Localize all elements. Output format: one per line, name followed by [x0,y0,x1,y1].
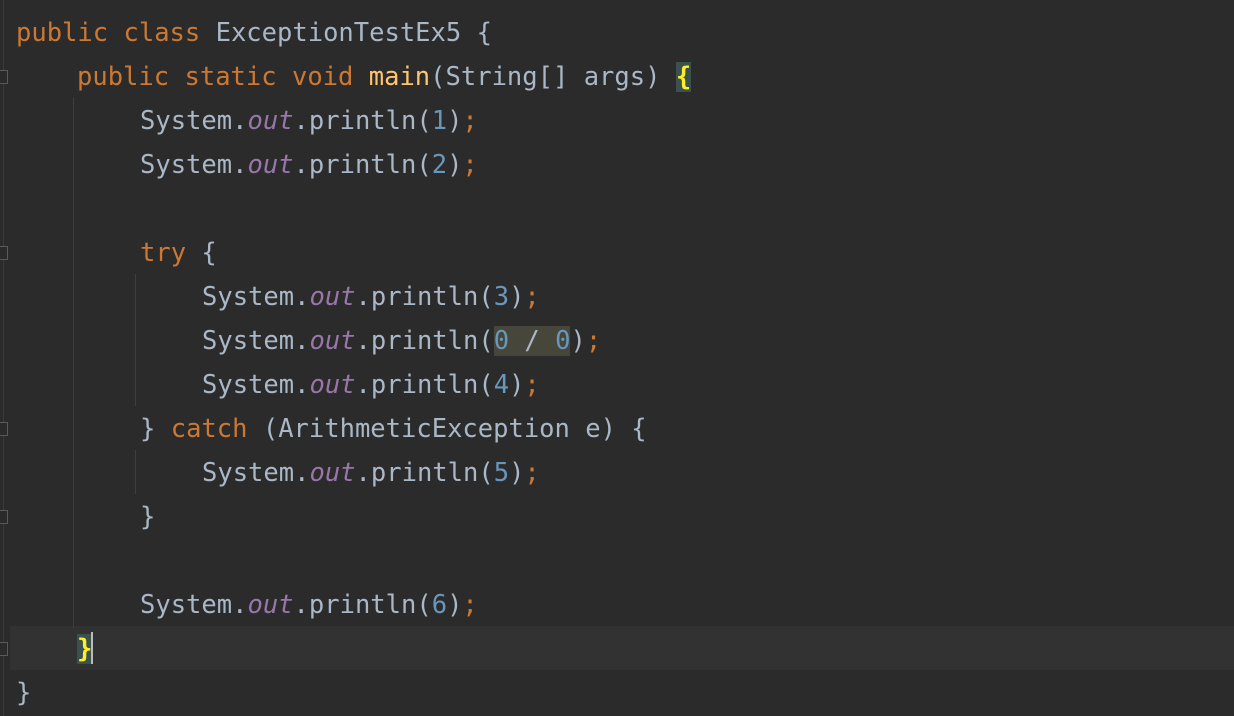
fold-marker-icon[interactable] [0,422,8,436]
semicolon: ; [462,106,478,136]
number-literal: 0 [493,326,510,356]
gutter-separator [3,0,4,716]
code-line-12[interactable]: } [140,495,1234,539]
number-literal: 2 [431,150,448,180]
system-ref: System. [202,458,310,488]
system-ref: System. [202,326,310,356]
indent-guide [135,274,136,406]
println-call: .println( [293,150,432,180]
out-field: out [309,370,356,400]
out-field: out [309,326,356,356]
semicolon: ; [585,326,602,356]
semicolon: ; [524,458,540,488]
code-line-7[interactable]: System.out.println(3); [202,275,1234,319]
fold-marker-icon[interactable] [0,70,8,84]
code-line-4[interactable]: System.out.println(2); [140,143,1234,187]
keyword-public: public [77,62,170,92]
system-ref: System. [140,106,248,136]
close-paren: ) [509,282,525,312]
open-brace: { [186,238,217,268]
println-call: .println( [293,590,432,620]
system-ref: System. [202,282,310,312]
matched-open-brace: { [675,62,692,92]
code-line-try[interactable]: try { [140,231,1234,275]
out-field: out [247,106,294,136]
code-editor[interactable]: public class ExceptionTestEx5 { public s… [0,0,1234,716]
highlighted-expression: 0 / 0 [493,326,571,356]
keyword-class: class [123,18,201,48]
code-line-15[interactable]: } [77,627,1234,671]
system-ref: System. [140,150,248,180]
code-line-16[interactable]: } [16,671,1234,715]
code-line-2[interactable]: public static void main(String[] args) { [77,55,1234,99]
println-call: .println( [355,282,494,312]
out-field: out [247,590,294,620]
semicolon: ; [524,282,540,312]
code-line-3[interactable]: System.out.println(1); [140,99,1234,143]
println-call: .println( [355,326,494,356]
keyword-try: try [140,238,187,268]
indent-guide [135,450,136,494]
code-line-14[interactable]: System.out.println(6); [140,583,1234,627]
keyword-static: static [184,62,277,92]
number-literal: 3 [493,282,510,312]
indent-guide [73,98,74,628]
close-brace: } [140,502,156,532]
close-paren: ) [509,370,525,400]
fold-marker-icon[interactable] [0,642,8,656]
code-line-9[interactable]: System.out.println(4); [202,363,1234,407]
close-paren: ) [447,150,463,180]
system-ref: System. [140,590,248,620]
code-line-catch[interactable]: } catch (ArithmeticException e) { [140,407,1234,451]
close-paren: ) [447,590,463,620]
keyword-catch: catch [170,414,248,444]
number-literal: 1 [431,106,448,136]
close-paren: ) [447,106,463,136]
method-params: (String[] args) [430,62,676,92]
close-brace: } [16,678,32,708]
text-caret [91,632,93,664]
system-ref: System. [202,370,310,400]
fold-gutter [0,0,10,716]
fold-marker-icon[interactable] [0,510,8,524]
close-paren: ) [570,326,586,356]
number-literal: 0 [555,326,571,356]
code-line-1[interactable]: public class ExceptionTestEx5 { [16,11,1234,55]
keyword-public: public [16,18,109,48]
number-literal: 6 [431,590,448,620]
out-field: out [247,150,294,180]
open-brace: { [476,18,492,48]
out-field: out [309,458,356,488]
code-line-11[interactable]: System.out.println(5); [202,451,1234,495]
fold-marker-icon[interactable] [0,246,8,260]
semicolon: ; [524,370,540,400]
println-call: .println( [355,370,494,400]
method-name: main [368,62,431,92]
out-field: out [309,282,356,312]
println-call: .println( [355,458,494,488]
keyword-void: void [291,62,354,92]
catch-params: (ArithmeticException e) { [247,414,647,444]
println-call: .println( [293,106,432,136]
divide-operator: / [509,326,556,356]
class-name: ExceptionTestEx5 [200,18,477,48]
number-literal: 5 [493,458,510,488]
semicolon: ; [462,150,478,180]
semicolon: ; [462,590,478,620]
close-brace: } [140,414,171,444]
number-literal: 4 [493,370,510,400]
close-paren: ) [509,458,525,488]
code-line-8[interactable]: System.out.println(0 / 0); [202,319,1234,363]
